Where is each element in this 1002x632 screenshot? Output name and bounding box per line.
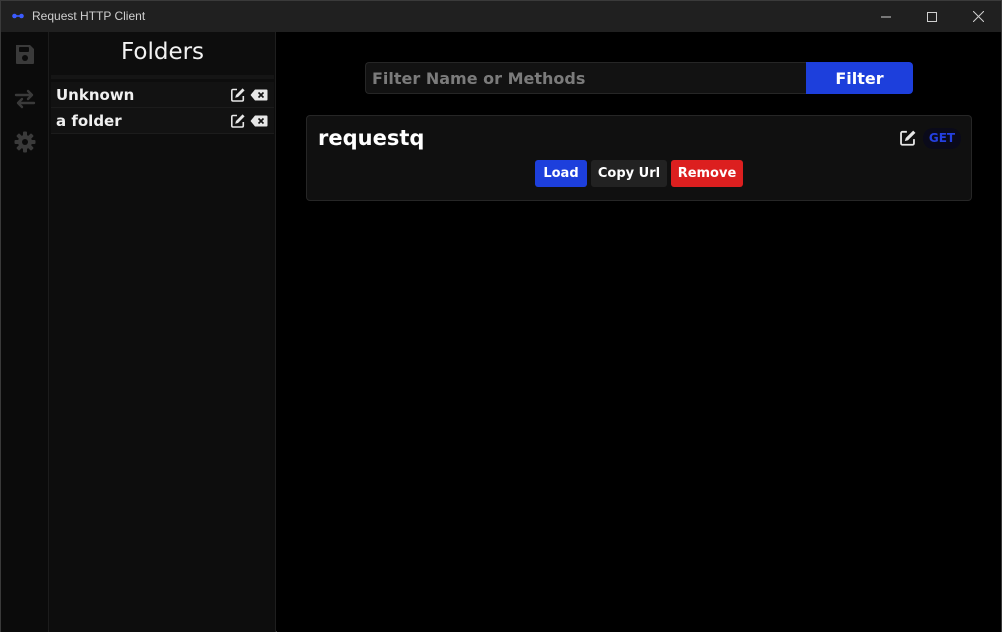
request-card: requestq GET Load Copy Url Remove <box>306 115 972 201</box>
method-badge: GET <box>923 128 961 149</box>
app-window: Request HTTP Client Folders Unknown a fo… <box>0 0 1002 632</box>
folder-item[interactable]: Unknown <box>51 82 274 108</box>
request-name: requestq <box>318 126 425 150</box>
window-title: Request HTTP Client <box>32 9 146 23</box>
close-icon <box>972 11 984 22</box>
icon-rail <box>1 32 49 632</box>
close-button[interactable] <box>955 1 1001 32</box>
delete-icon[interactable] <box>250 89 268 101</box>
folder-label: a folder <box>56 112 122 130</box>
remove-button[interactable]: Remove <box>671 160 743 187</box>
folder-item[interactable]: a folder <box>51 108 274 134</box>
folders-title: Folders <box>120 39 205 65</box>
maximize-button[interactable] <box>909 1 955 32</box>
load-button[interactable]: Load <box>535 160 587 187</box>
filter-input[interactable] <box>365 62 807 94</box>
transfer-icon[interactable] <box>13 87 37 111</box>
edit-icon[interactable] <box>230 113 246 129</box>
delete-icon[interactable] <box>250 115 268 127</box>
minimize-icon <box>881 16 891 17</box>
minimize-button[interactable] <box>863 1 909 32</box>
app-logo-icon <box>12 13 24 19</box>
maximize-icon <box>927 11 937 22</box>
edit-icon[interactable] <box>899 129 917 147</box>
folder-label: Unknown <box>56 86 135 104</box>
copy-url-button[interactable]: Copy Url <box>591 160 667 187</box>
edit-icon[interactable] <box>230 87 246 103</box>
title-bar: Request HTTP Client <box>1 1 1001 32</box>
filter-button[interactable]: Filter <box>806 62 913 94</box>
save-icon[interactable] <box>13 42 37 66</box>
gear-icon[interactable] <box>13 130 37 154</box>
folders-panel: Folders Unknown a folder <box>49 32 276 632</box>
folders-divider <box>51 75 274 79</box>
main-panel: Filter requestq GET Load Copy Url Remove <box>277 32 1001 632</box>
